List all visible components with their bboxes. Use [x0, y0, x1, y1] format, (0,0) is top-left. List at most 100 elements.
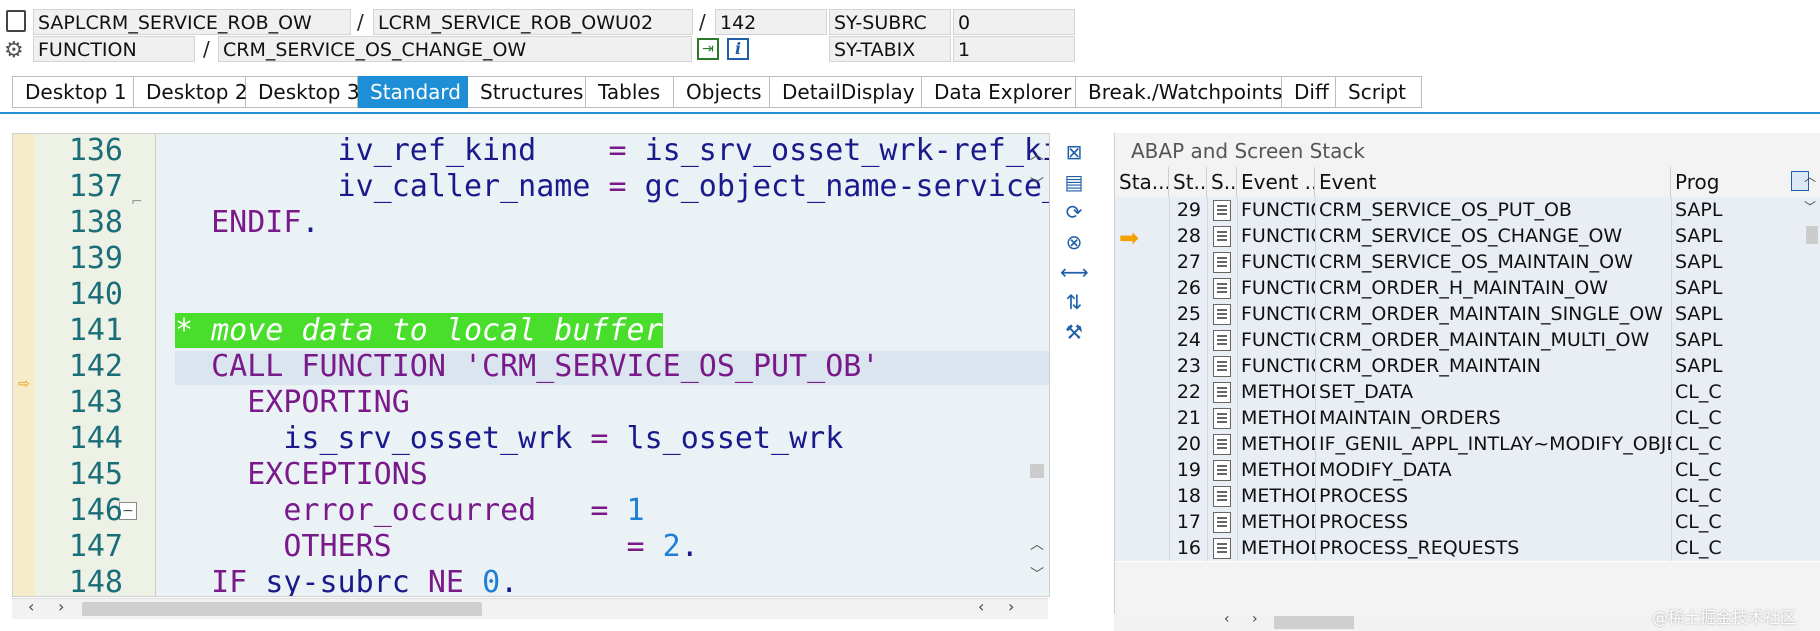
scroll-left-icon[interactable]: ‹ — [1224, 611, 1230, 627]
subrc-value[interactable]: 0 — [953, 9, 1075, 35]
stack-row[interactable]: 20 METHODIF_GENIL_APPL_INTLAY~MODIFY_OBJE… — [1115, 431, 1820, 458]
code-line[interactable]: 137 iv_caller_name = gc_object_name-serv… — [13, 169, 1049, 205]
stack-row[interactable]: 26 FUNCTIOCRM_ORDER_H_MAINTAIN_OW SAPL — [1115, 275, 1820, 302]
column-divider — [1207, 483, 1208, 509]
scroll-right-icon[interactable]: › — [58, 597, 64, 616]
code-line[interactable]: 140 — [13, 277, 1049, 313]
column-divider — [1207, 457, 1208, 483]
column-divider — [1237, 405, 1238, 431]
scroll-right-icon[interactable]: › — [1252, 611, 1258, 627]
stack-row[interactable]: 24 FUNCTIOCRM_ORDER_MAINTAIN_MULTI_OW SAPL — [1115, 327, 1820, 354]
scroll-thumb[interactable] — [1806, 226, 1818, 244]
document-icon — [1213, 538, 1231, 559]
line-number-field[interactable]: 142 — [715, 9, 827, 35]
column-divider — [1169, 457, 1170, 483]
new-doc-icon[interactable]: ▤ — [1060, 169, 1088, 195]
expand-width-icon[interactable]: ⟷ — [1060, 259, 1089, 285]
settings-gear-icon[interactable]: ⚙ — [4, 40, 24, 62]
col-header-program[interactable]: Prog — [1671, 167, 1791, 197]
stack-row[interactable]: 16 METHODPROCESS_REQUESTS CL_C — [1115, 535, 1820, 562]
refresh-icon[interactable]: ⟳ — [1060, 199, 1088, 225]
stack-row[interactable]: 25 FUNCTIOCRM_ORDER_MAINTAIN_SINGLE_OW SAP… — [1115, 301, 1820, 328]
tools-icon[interactable]: ⚒ — [1060, 319, 1088, 345]
stack-row[interactable]: 27 FUNCTIOCRM_SERVICE_OS_MAINTAIN_OW SAPL — [1115, 249, 1820, 276]
tab-objects[interactable]: Objects — [674, 76, 770, 108]
code-line[interactable]: 142 CALL FUNCTION 'CRM_SERVICE_OS_PUT_OB… — [13, 349, 1049, 385]
editor-hscroll[interactable]: ‹ › ‹ › — [12, 597, 1048, 619]
scroll-up-icon[interactable]: ︿ — [1804, 168, 1816, 185]
scroll-up-icon[interactable]: ︿ — [1030, 144, 1044, 164]
tab-detaildisplay[interactable]: DetailDisplay — [770, 76, 922, 108]
stack-row[interactable]: 23 FUNCTIOCRM_ORDER_MAINTAIN SAPL — [1115, 353, 1820, 380]
current-frame-arrow-icon: ➡ — [1119, 224, 1140, 249]
hscroll-thumb[interactable] — [1274, 616, 1354, 629]
stack-row[interactable]: 21 METHODMAINTAIN_ORDERS CL_C — [1115, 405, 1820, 432]
tab-script[interactable]: Script — [1336, 76, 1422, 108]
code-token: = — [590, 493, 627, 528]
stack-row[interactable]: ➡ 28 FUNCTIOCRM_SERVICE_OS_CHANGE_OW SAPL — [1115, 223, 1820, 250]
close-tool-icon[interactable]: ⊠ — [1060, 139, 1088, 165]
scroll-left-icon[interactable]: ‹ — [28, 597, 34, 616]
status-cell — [1115, 197, 1169, 223]
tab-structures[interactable]: Structures — [468, 76, 586, 108]
code-line[interactable]: 141 * move data to local buffer — [13, 313, 1049, 349]
stack-row[interactable]: 18 METHODPROCESS CL_C — [1115, 483, 1820, 510]
info-icon[interactable]: i — [727, 38, 749, 60]
level-cell: 21 — [1176, 407, 1201, 429]
code-token: EXCEPTIONS — [175, 457, 428, 492]
tabix-value[interactable]: 1 — [953, 36, 1075, 62]
swap-icon[interactable]: ⇅ — [1060, 289, 1088, 315]
code-line[interactable]: 139 — [13, 241, 1049, 277]
event-cell: PROCESS — [1319, 485, 1409, 507]
code-line[interactable]: 146 error_occurred = 1 — [13, 493, 1049, 529]
code-line[interactable]: 143 EXPORTING — [13, 385, 1049, 421]
hscroll-thumb[interactable] — [82, 602, 482, 616]
col-header-event-type[interactable]: Event ... — [1237, 167, 1315, 197]
delete-icon[interactable]: ⊗ — [1060, 229, 1088, 255]
column-divider — [1315, 301, 1316, 327]
program-field[interactable]: SAPLCRM_SERVICE_ROB_OW — [33, 9, 351, 35]
scroll-down-icon[interactable]: ﹀ — [1030, 174, 1044, 194]
code-editor[interactable]: ⇨ ⌐ − 136 iv_ref_kind = is_srv_osset_wrk… — [12, 133, 1050, 597]
tab-data-explorer[interactable]: Data Explorer — [922, 76, 1076, 108]
program-cell: SAPL — [1675, 303, 1723, 325]
scroll-left-icon[interactable]: ‹ — [978, 597, 984, 616]
code-token: = — [608, 133, 645, 168]
event-name-field[interactable]: CRM_SERVICE_OS_CHANGE_OW — [218, 36, 692, 62]
scroll-down-icon[interactable]: ﹀ — [1804, 198, 1816, 215]
stack-row[interactable]: 19 METHODMODIFY_DATA CL_C — [1115, 457, 1820, 484]
code-line[interactable]: 136 iv_ref_kind = is_srv_osset_wrk-ref_k… — [13, 133, 1049, 169]
stack-row[interactable]: 29 FUNCTIOCRM_SERVICE_OS_PUT_OB SAPL — [1115, 197, 1820, 224]
column-divider — [1315, 379, 1316, 405]
code-line[interactable]: 145 EXCEPTIONS — [13, 457, 1049, 493]
doc-cell — [1207, 535, 1237, 561]
scroll-down-icon[interactable]: ﹀ — [1030, 564, 1044, 584]
col-header-s[interactable]: S.. — [1207, 167, 1237, 197]
code-line[interactable]: 144 is_srv_osset_wrk = ls_osset_wrk — [13, 421, 1049, 457]
col-header-status[interactable]: Sta... — [1115, 167, 1169, 197]
editor-vscroll[interactable]: ︿ ﹀ ︿ ﹀ — [1028, 140, 1046, 583]
event-type-cell: METHOD — [1241, 485, 1315, 507]
stack-row[interactable]: 22 METHODSET_DATA CL_C — [1115, 379, 1820, 406]
include-field[interactable]: LCRM_SERVICE_ROB_OWU02 — [373, 9, 693, 35]
code-line[interactable]: 148 IF sy-subrc NE 0. — [13, 565, 1049, 596]
scroll-thumb[interactable] — [1030, 464, 1044, 478]
event-type-field[interactable]: FUNCTION — [33, 36, 195, 62]
navigate-icon[interactable]: ⇥ — [697, 38, 719, 60]
tab-desktop-1[interactable]: Desktop 1 — [12, 76, 134, 108]
column-divider — [1169, 301, 1170, 327]
code-line[interactable]: 138 ENDIF. — [13, 205, 1049, 241]
scroll-right-icon[interactable]: › — [1008, 597, 1014, 616]
col-header-event[interactable]: Event — [1315, 167, 1671, 197]
tab-tables[interactable]: Tables — [586, 76, 674, 108]
scroll-up-icon[interactable]: ︿ — [1030, 534, 1044, 554]
stack-row[interactable]: 17 METHODPROCESS CL_C — [1115, 509, 1820, 536]
tab-desktop-2[interactable]: Desktop 2 — [134, 76, 248, 108]
tab-desktop-3[interactable]: Desktop 3 — [246, 76, 360, 108]
tab-break-watchpoints[interactable]: Break./Watchpoints — [1076, 76, 1282, 108]
tab-standard[interactable]: Standard — [358, 76, 468, 108]
tab-diff[interactable]: Diff — [1282, 76, 1336, 108]
col-header-stack-level[interactable]: St... — [1169, 167, 1207, 197]
stack-vscroll[interactable]: ︿ ﹀ — [1804, 166, 1820, 596]
code-line[interactable]: 147 OTHERS = 2. — [13, 529, 1049, 565]
